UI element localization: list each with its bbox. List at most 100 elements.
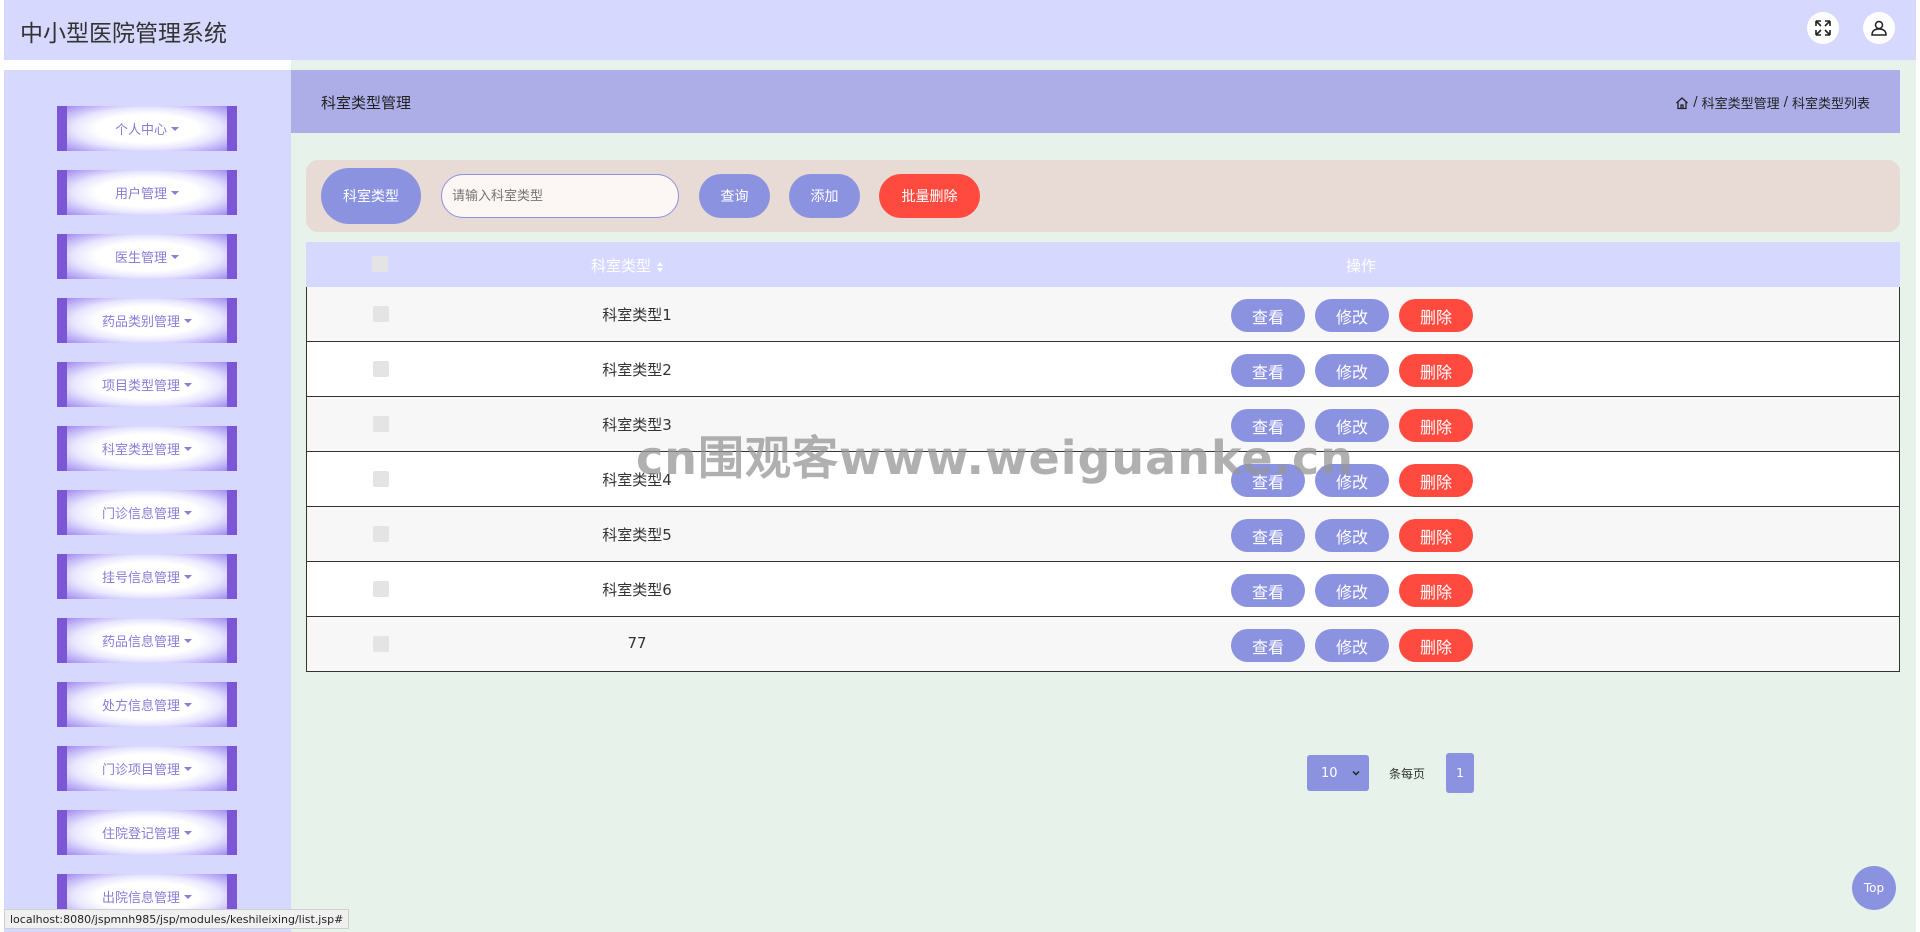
sidebar-item-project-types[interactable]: 项目类型管理 xyxy=(57,362,237,407)
sidebar-item-department-types[interactable]: 科室类型管理 xyxy=(57,426,237,471)
edit-button[interactable]: 修改 xyxy=(1315,519,1389,552)
row-checkbox[interactable] xyxy=(373,361,389,377)
page-title: 科室类型管理 xyxy=(321,94,412,112)
sidebar-item-doctors[interactable]: 医生管理 xyxy=(57,234,237,279)
top-header: 中小型医院管理系统 xyxy=(4,0,1916,60)
page-number-button[interactable]: 1 xyxy=(1446,753,1475,793)
batch-delete-button[interactable]: 批量删除 xyxy=(879,174,980,218)
select-all-checkbox[interactable] xyxy=(372,256,388,272)
row-checkbox[interactable] xyxy=(373,416,389,432)
query-button[interactable]: 查询 xyxy=(699,174,770,218)
sidebar-item-label: 门诊项目管理 xyxy=(101,763,180,778)
fullscreen-button[interactable] xyxy=(1807,12,1839,44)
edit-button[interactable]: 修改 xyxy=(1315,574,1389,607)
sidebar-item-label: 出院信息管理 xyxy=(101,891,180,906)
sidebar-item-drug-info[interactable]: 药品信息管理 xyxy=(57,618,237,663)
caret-down-icon xyxy=(184,318,192,323)
delete-button[interactable]: 删除 xyxy=(1399,409,1473,442)
cell-department-type: 科室类型1 xyxy=(602,306,672,324)
sidebar-item-admission[interactable]: 住院登记管理 xyxy=(57,810,237,855)
view-button[interactable]: 查看 xyxy=(1231,409,1305,442)
sidebar-item-drug-categories[interactable]: 药品类别管理 xyxy=(57,298,237,343)
page-size-select[interactable]: 10 xyxy=(1307,755,1369,791)
caret-down-icon xyxy=(184,510,192,515)
back-to-top-button[interactable]: Top xyxy=(1852,866,1896,910)
sidebar-item-outpatient-projects[interactable]: 门诊项目管理 xyxy=(57,746,237,791)
column-header-actions: 操作 xyxy=(1346,257,1377,275)
row-checkbox[interactable] xyxy=(373,471,389,487)
column-header-name[interactable]: 科室类型 xyxy=(591,255,664,276)
delete-button[interactable]: 删除 xyxy=(1399,629,1473,662)
sidebar-item-outpatient-info[interactable]: 门诊信息管理 xyxy=(57,490,237,535)
search-bar: 科室类型 查询 添加 批量删除 xyxy=(306,160,1900,232)
table-row: 科室类型4 查看 修改 删除 xyxy=(306,452,1900,507)
cell-department-type: 77 xyxy=(627,634,647,652)
breadcrumb-level1[interactable]: 科室类型管理 xyxy=(1702,93,1780,112)
breadcrumb-level2: 科室类型列表 xyxy=(1791,97,1870,112)
caret-down-icon xyxy=(184,638,192,643)
sort-icon[interactable] xyxy=(656,261,664,273)
view-button[interactable]: 查看 xyxy=(1231,464,1305,497)
sidebar-item-label: 处方信息管理 xyxy=(101,699,180,714)
sidebar-item-personal-center[interactable]: 个人中心 xyxy=(57,106,237,151)
user-icon xyxy=(1871,20,1887,36)
table-row: 科室类型6 查看 修改 删除 xyxy=(306,562,1900,617)
table-row: 科室类型1 查看 修改 删除 xyxy=(306,287,1900,342)
breadcrumb-separator: / xyxy=(1693,95,1698,110)
edit-button[interactable]: 修改 xyxy=(1315,629,1389,662)
edit-button[interactable]: 修改 xyxy=(1315,464,1389,497)
user-button[interactable] xyxy=(1863,12,1895,44)
add-button[interactable]: 添加 xyxy=(789,174,860,218)
row-checkbox[interactable] xyxy=(373,581,389,597)
row-checkbox[interactable] xyxy=(373,636,389,652)
cell-department-type: 科室类型3 xyxy=(602,416,672,434)
page-header: 科室类型管理 / 科室类型管理 / 科室类型列表 xyxy=(291,70,1900,133)
breadcrumb-separator: / xyxy=(1783,95,1788,110)
app-title: 中小型医院管理系统 xyxy=(20,21,227,47)
sidebar-item-label: 药品类别管理 xyxy=(101,315,180,330)
data-table: 科室类型 操作 科室类型1 查看 修改 删除 科室类型2 查看 修改 删除 科室… xyxy=(306,242,1900,672)
search-input[interactable] xyxy=(441,174,679,218)
edit-button[interactable]: 修改 xyxy=(1315,299,1389,332)
table-header: 科室类型 操作 xyxy=(306,242,1900,287)
caret-down-icon xyxy=(171,126,179,131)
table-row: 科室类型5 查看 修改 删除 xyxy=(306,507,1900,562)
pagination: 10 条每页 1 xyxy=(1307,753,1475,793)
home-icon[interactable] xyxy=(1675,96,1689,110)
view-button[interactable]: 查看 xyxy=(1231,629,1305,662)
delete-button[interactable]: 删除 xyxy=(1399,519,1473,552)
expand-icon xyxy=(1815,20,1831,36)
sidebar-item-users[interactable]: 用户管理 xyxy=(57,170,237,215)
cell-department-type: 科室类型5 xyxy=(602,526,672,544)
caret-down-icon xyxy=(184,574,192,579)
row-checkbox[interactable] xyxy=(373,306,389,322)
sidebar-item-label: 科室类型管理 xyxy=(101,443,180,458)
table-row: 77 查看 修改 删除 xyxy=(306,617,1900,672)
delete-button[interactable]: 删除 xyxy=(1399,354,1473,387)
view-button[interactable]: 查看 xyxy=(1231,574,1305,607)
sidebar-item-label: 个人中心 xyxy=(114,123,167,138)
edit-button[interactable]: 修改 xyxy=(1315,354,1389,387)
caret-down-icon xyxy=(184,830,192,835)
sidebar: 个人中心 用户管理 医生管理 药品类别管理 项目类型管理 科室类型管理 门诊信息… xyxy=(4,70,291,932)
view-button[interactable]: 查看 xyxy=(1231,354,1305,387)
view-button[interactable]: 查看 xyxy=(1231,519,1305,552)
row-checkbox[interactable] xyxy=(373,526,389,542)
caret-down-icon xyxy=(184,446,192,451)
delete-button[interactable]: 删除 xyxy=(1399,574,1473,607)
view-button[interactable]: 查看 xyxy=(1231,299,1305,332)
cell-department-type: 科室类型6 xyxy=(602,581,672,599)
sidebar-item-label: 医生管理 xyxy=(114,251,167,266)
edit-button[interactable]: 修改 xyxy=(1315,409,1389,442)
sidebar-item-prescription-info[interactable]: 处方信息管理 xyxy=(57,682,237,727)
sidebar-item-label: 门诊信息管理 xyxy=(101,507,180,522)
search-label: 科室类型 xyxy=(321,168,421,224)
per-page-label: 条每页 xyxy=(1389,766,1426,781)
delete-button[interactable]: 删除 xyxy=(1399,464,1473,497)
caret-down-icon xyxy=(184,702,192,707)
delete-button[interactable]: 删除 xyxy=(1399,299,1473,332)
sidebar-item-label: 项目类型管理 xyxy=(101,379,180,394)
caret-down-icon xyxy=(171,190,179,195)
sidebar-item-registration-info[interactable]: 挂号信息管理 xyxy=(57,554,237,599)
caret-down-icon xyxy=(184,382,192,387)
